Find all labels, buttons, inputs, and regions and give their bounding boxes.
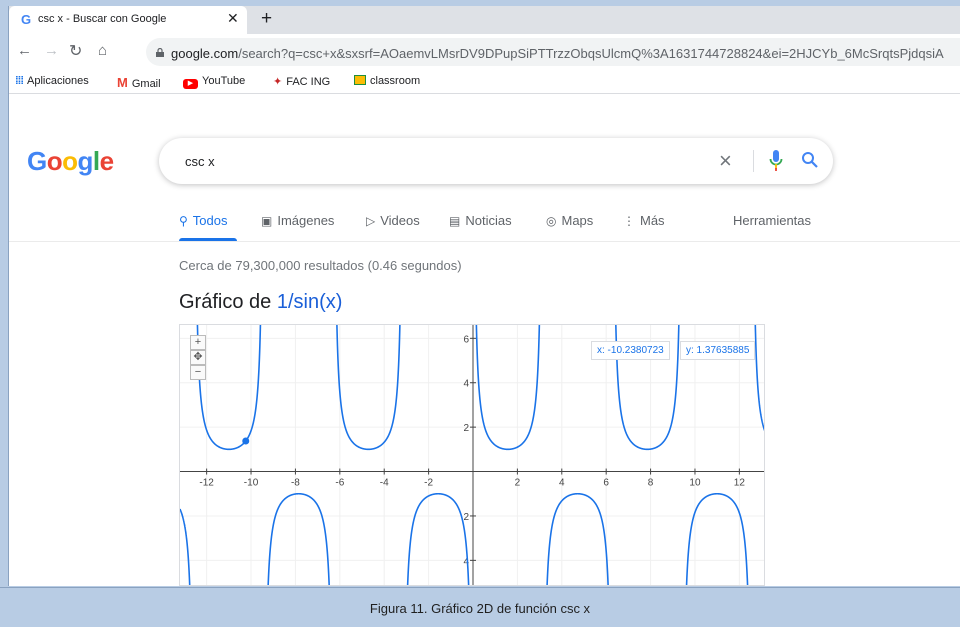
- y-tick-label: 2: [463, 423, 469, 434]
- graph-canvas[interactable]: -12 -10 -8 -6 -4 -2 2 4 6 8 10 1264224: [180, 325, 765, 586]
- video-icon: ▷: [366, 214, 376, 228]
- google-favicon-icon: G: [21, 12, 32, 27]
- highlight-point: [242, 437, 250, 445]
- y-tick-label: 6: [463, 334, 469, 345]
- curve-branch: [475, 325, 541, 451]
- zoom-out-button[interactable]: −: [190, 365, 206, 380]
- reload-icon[interactable]: ↻: [69, 41, 82, 61]
- x-tick-label: -4: [380, 478, 389, 489]
- tab-videos[interactable]: ▷ Videos: [366, 213, 420, 228]
- x-tick-label: -2: [424, 478, 433, 489]
- apps-grid-icon: ⁞⁞⁞: [15, 75, 24, 87]
- curve-branch: [267, 492, 330, 585]
- google-logo[interactable]: Google: [27, 146, 114, 177]
- home-icon[interactable]: ⌂: [98, 42, 107, 59]
- close-icon[interactable]: ✕: [227, 10, 239, 27]
- result-stats: Cerca de 79,300,000 resultados (0.46 seg…: [179, 258, 462, 273]
- graph-heading: Gráfico de 1/sin(x): [179, 291, 342, 314]
- graph-function-link[interactable]: 1/sin(x): [277, 291, 343, 313]
- tab-strip: G csc x - Buscar con Google ✕ +: [9, 6, 960, 34]
- search-tabs: ⚲ Todos ▣ Imágenes ▷ Videos ▤ Noticias ◎ Maps…: [9, 206, 960, 242]
- tab-label: Videos: [380, 213, 420, 228]
- curve-branch: [336, 325, 401, 451]
- browser-tab[interactable]: G csc x - Buscar con Google ✕: [9, 6, 247, 34]
- curve-branch: [685, 492, 749, 585]
- fac-ing-icon: ✦: [273, 76, 283, 88]
- news-icon: ▤: [449, 214, 461, 228]
- tab-label: Imágenes: [277, 213, 335, 228]
- tab-title: csc x - Buscar con Google: [38, 13, 167, 25]
- browser-toolbar: ← → ↻ ⌂ google.com/search?q=csc+x&sxsrf=…: [9, 34, 960, 70]
- curve-branch: [406, 492, 470, 585]
- x-tick-label: 8: [648, 478, 654, 489]
- browser-window: G csc x - Buscar con Google ✕ + ← → ↻ ⌂ …: [8, 6, 960, 586]
- bookmark-gmail[interactable]: M Gmail: [117, 75, 161, 90]
- tab-label: Maps: [561, 213, 594, 228]
- coordinate-y-readout: y: 1.37635885: [680, 341, 756, 360]
- y-tick-label: 4: [463, 379, 469, 390]
- x-tick-label: 4: [559, 478, 565, 489]
- zoom-in-button[interactable]: +: [190, 335, 206, 350]
- tab-label: Más: [640, 213, 665, 228]
- function-graph[interactable]: -12 -10 -8 -6 -4 -2 2 4 6 8 10 12 6 4 2 2 4 + ✥ − x: -10…: [179, 324, 765, 586]
- search-icon[interactable]: [801, 151, 819, 169]
- tab-todos[interactable]: ⚲ Todos: [179, 213, 228, 228]
- bookmark-label: Gmail: [131, 78, 161, 90]
- figure-caption: Figura 11. Gráfico 2D de función csc x: [369, 601, 591, 616]
- x-tick-label: -8: [291, 478, 300, 489]
- youtube-icon: ▶: [183, 79, 198, 89]
- url-text[interactable]: google.com/search?q=csc+x&sxsrf=AOaemvLM…: [171, 46, 944, 61]
- figure-caption-bar: Figura 11. Gráfico 2D de función csc x: [0, 587, 960, 627]
- bookmark-label: FAC ING: [286, 76, 331, 88]
- x-tick-label: -12: [199, 478, 214, 489]
- tab-herramientas[interactable]: Herramientas: [733, 213, 811, 228]
- bookmarks-bar: ⁞⁞⁞ Aplicaciones M Gmail ▶ YouTube ✦ FAC ING…: [9, 70, 960, 94]
- x-tick-label: -6: [335, 478, 344, 489]
- lock-icon: [156, 48, 164, 57]
- x-tick-label: 2: [515, 478, 521, 489]
- search-icon: ⚲: [179, 214, 188, 228]
- graph-heading-prefix: Gráfico de: [179, 291, 277, 313]
- image-icon: ▣: [261, 214, 273, 228]
- forward-arrow-icon[interactable]: →: [44, 42, 59, 59]
- tab-maps[interactable]: ◎ Maps: [546, 213, 593, 228]
- tab-imagenes[interactable]: ▣ Imágenes: [261, 213, 334, 228]
- bookmark-classroom[interactable]: classroom: [354, 75, 420, 87]
- x-tick-label: 12: [734, 478, 746, 489]
- zoom-controls: + ✥ −: [190, 335, 206, 380]
- bookmark-label: YouTube: [202, 75, 246, 87]
- bookmark-fac-ing[interactable]: ✦ FAC ING: [273, 75, 330, 88]
- x-tick-label: 6: [603, 478, 609, 489]
- back-arrow-icon[interactable]: ←: [17, 42, 32, 59]
- new-tab-button[interactable]: +: [261, 8, 272, 30]
- curve-branch: [180, 508, 191, 585]
- active-tab-indicator: [179, 238, 237, 241]
- pan-icon[interactable]: ✥: [190, 350, 206, 365]
- x-tick-label: 10: [689, 478, 701, 489]
- search-divider: [753, 150, 754, 172]
- coordinate-x-readout: x: -10.2380723: [591, 341, 670, 360]
- bookmark-aplicaciones[interactable]: ⁞⁞⁞ Aplicaciones: [15, 75, 89, 87]
- url-path: /search?q=csc+x&sxsrf=AOaemvLMsrDV9DPupS…: [238, 46, 944, 61]
- microphone-icon[interactable]: [769, 150, 783, 172]
- tab-noticias[interactable]: ▤ Noticias: [449, 213, 512, 228]
- tab-label: Noticias: [465, 213, 512, 228]
- search-box[interactable]: csc x ×: [159, 138, 833, 184]
- map-pin-icon: ◎: [546, 214, 557, 228]
- bookmark-label: classroom: [370, 75, 421, 87]
- x-tick-label: -10: [244, 478, 259, 489]
- search-input[interactable]: csc x: [185, 154, 215, 169]
- bookmark-youtube[interactable]: ▶ YouTube: [183, 75, 245, 89]
- url-domain: google.com: [171, 46, 239, 61]
- gmail-icon: M: [117, 75, 128, 90]
- tab-mas[interactable]: ⋮ Más: [623, 213, 665, 228]
- classroom-icon: [354, 75, 366, 85]
- bookmark-label: Aplicaciones: [27, 75, 89, 87]
- tab-label: Todos: [192, 213, 228, 228]
- y-tick-label: 2: [463, 512, 469, 523]
- curve-branch: [546, 492, 609, 585]
- clear-icon[interactable]: ×: [719, 148, 732, 174]
- more-vert-icon: ⋮: [623, 214, 635, 228]
